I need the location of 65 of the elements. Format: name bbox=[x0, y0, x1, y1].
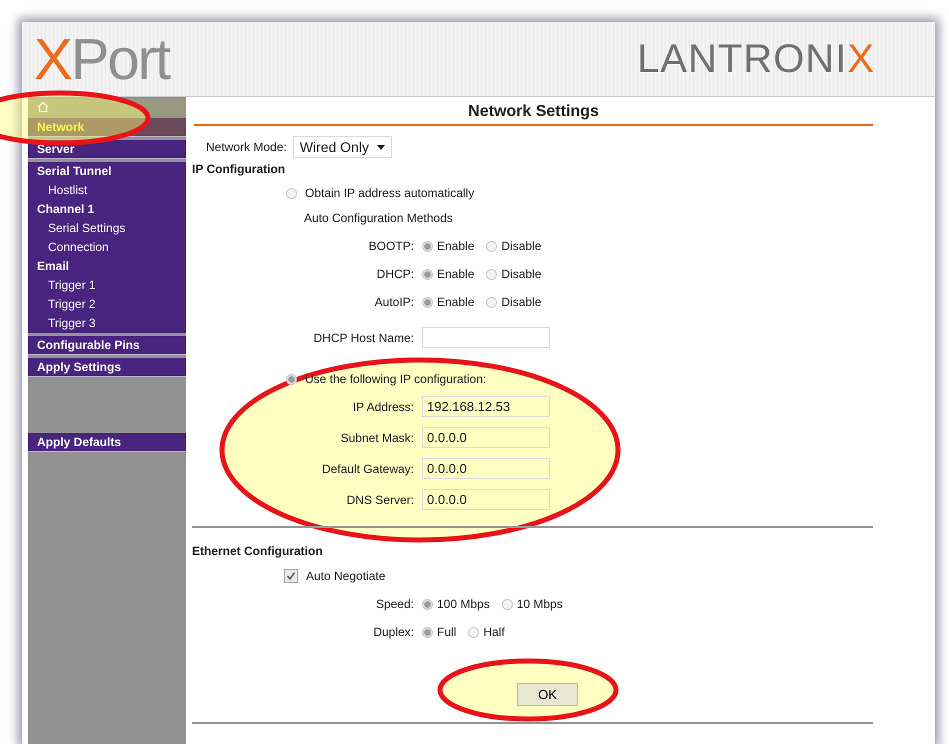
radio-button[interactable] bbox=[502, 598, 513, 610]
field-label: BOOTP: bbox=[368, 239, 414, 253]
option-label: Full bbox=[437, 625, 456, 639]
option-label: Auto Negotiate bbox=[306, 569, 386, 583]
field-label: AutoIP: bbox=[374, 295, 414, 309]
sidebar-item[interactable]: Connection bbox=[28, 238, 186, 257]
option-label: Disable bbox=[501, 295, 542, 309]
sidebar-item[interactable]: Serial Settings bbox=[28, 219, 186, 238]
option-label: Disable bbox=[501, 267, 542, 281]
sidebar-item[interactable]: Apply Defaults bbox=[28, 433, 186, 452]
network-mode-dropdown[interactable]: Wired Only bbox=[292, 136, 392, 158]
home-icon[interactable] bbox=[37, 101, 49, 113]
field-label: Network Mode: bbox=[206, 140, 287, 154]
input-field[interactable]: 0.0.0.0 bbox=[422, 458, 550, 479]
radio-button[interactable] bbox=[486, 268, 498, 280]
field-label: Default Gateway: bbox=[320, 462, 414, 476]
sidebar-item[interactable]: Server bbox=[28, 140, 186, 159]
section-heading: IP Configuration bbox=[192, 162, 286, 176]
ok-button[interactable]: OK bbox=[517, 683, 578, 706]
sidebar-item[interactable]: Trigger 3 bbox=[28, 314, 186, 333]
radio-button[interactable] bbox=[422, 240, 433, 252]
host-name-field[interactable] bbox=[422, 327, 550, 348]
option-label: Enable bbox=[437, 295, 474, 309]
caret-icon bbox=[376, 144, 385, 150]
sidebar-item[interactable]: Channel 1 bbox=[28, 200, 186, 219]
radio-button[interactable] bbox=[468, 626, 480, 638]
option-label: Disable bbox=[501, 239, 542, 253]
radio-button[interactable] bbox=[486, 296, 498, 308]
option-label: Use the following IP configuration: bbox=[305, 372, 486, 386]
sidebar-item[interactable]: Configurable Pins bbox=[28, 336, 186, 355]
page-title: Network Settings bbox=[194, 101, 873, 126]
radio-button[interactable] bbox=[286, 374, 297, 384]
radio-button[interactable] bbox=[486, 240, 498, 252]
input-field[interactable]: 192.168.12.53 bbox=[422, 396, 550, 417]
field-label: Duplex: bbox=[372, 625, 414, 639]
field-label: Speed: bbox=[374, 597, 414, 611]
field-label: Subnet Mask: bbox=[340, 430, 414, 444]
subsection-label: Auto Configuration Methods bbox=[304, 211, 454, 225]
checkbox[interactable] bbox=[284, 569, 298, 583]
option-label: 10 Mbps bbox=[516, 597, 563, 611]
radio-button[interactable] bbox=[422, 598, 433, 610]
sidebar-item[interactable]: Apply Settings bbox=[28, 358, 186, 377]
sidebar-item[interactable]: Email bbox=[28, 257, 186, 276]
brand-logo: LANTRONIX bbox=[637, 36, 875, 82]
radio-button[interactable] bbox=[422, 268, 433, 280]
field-label: DHCP Host Name: bbox=[312, 330, 414, 344]
radio-button[interactable] bbox=[422, 296, 433, 308]
option-label: Enable bbox=[437, 239, 474, 253]
option-label: Half bbox=[483, 625, 505, 639]
option-label: 100 Mbps bbox=[437, 597, 490, 611]
field-label: DNS Server: bbox=[346, 492, 414, 506]
section-heading: Ethernet Configuration bbox=[192, 544, 324, 558]
field-label: IP Address: bbox=[352, 400, 414, 414]
input-field[interactable]: 0.0.0.0 bbox=[422, 489, 550, 510]
option-label: Obtain IP address automatically bbox=[305, 186, 474, 200]
sidebar-item[interactable]: Trigger 1 bbox=[28, 276, 186, 295]
sidebar-item[interactable]: Serial Tunnel bbox=[28, 162, 186, 181]
radio-button[interactable] bbox=[422, 626, 433, 638]
input-field[interactable]: 0.0.0.0 bbox=[422, 427, 550, 448]
field-label: DHCP: bbox=[376, 267, 414, 281]
sidebar-item[interactable]: Hostlist bbox=[28, 181, 186, 200]
option-label: Enable bbox=[437, 267, 474, 281]
sidebar-item[interactable]: Trigger 2 bbox=[28, 295, 186, 314]
product-logo: XPort bbox=[34, 26, 170, 92]
radio-button[interactable] bbox=[286, 188, 297, 198]
